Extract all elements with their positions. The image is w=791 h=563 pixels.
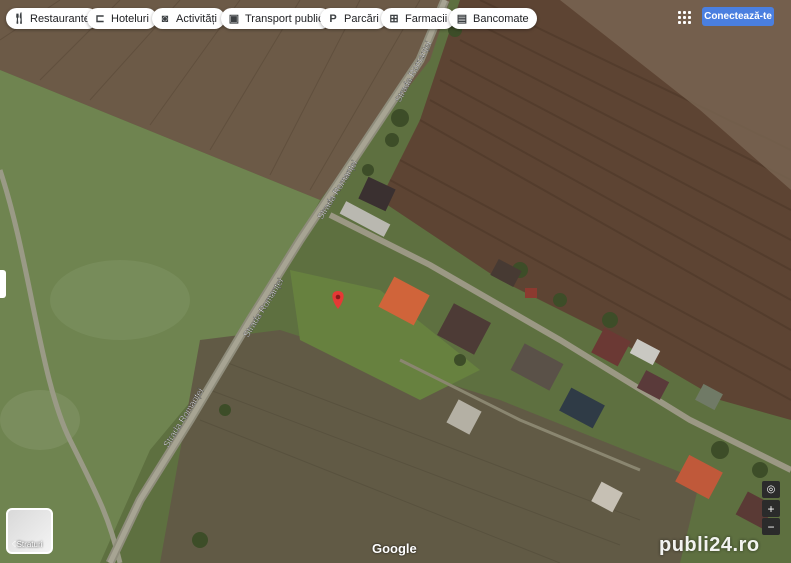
watermark: publi24.ro [659, 534, 760, 556]
chip-label: Transport public [245, 12, 324, 25]
parking-icon: P [329, 12, 337, 25]
zoom-out-button[interactable]: − [762, 518, 780, 535]
fork-knife-icon: 🍴︎ [12, 13, 26, 25]
chip-label: Farmacii [405, 12, 448, 25]
zoom-in-button[interactable]: + [762, 500, 780, 517]
locate-icon[interactable]: ◎ [762, 481, 780, 498]
layers-label: Straturi [16, 540, 43, 549]
chip-activities[interactable]: ◙ Activități [152, 8, 225, 29]
sign-in-button[interactable]: Conectează-te [702, 7, 774, 26]
chip-atms[interactable]: ▤ Bancomate [449, 8, 537, 29]
chip-transport[interactable]: ▣ Transport public [221, 8, 332, 29]
chip-label: Bancomate [473, 12, 529, 25]
chip-label: Parcări [344, 12, 379, 25]
atm-icon: ▤ [456, 13, 468, 25]
satellite-map[interactable]: Strada Romanței Strada Romanței Strada R… [0, 0, 791, 563]
bus-icon: ▣ [228, 13, 240, 25]
apps-grid-icon[interactable] [678, 11, 692, 25]
chip-label: Activități [176, 12, 217, 25]
chip-label: Restaurante [30, 12, 90, 25]
side-panel-toggle[interactable] [0, 270, 6, 298]
bed-icon: ⊏ [95, 13, 105, 25]
pharmacy-icon: ⊞ [389, 13, 399, 25]
layers-button[interactable]: ◇ Straturi [6, 508, 53, 554]
google-logo: Google [372, 541, 417, 556]
chip-pharmacies[interactable]: ⊞ Farmacii [381, 8, 456, 29]
camera-icon: ◙ [161, 12, 169, 25]
chip-restaurants[interactable]: 🍴︎ Restaurante [6, 8, 98, 29]
chip-hotels[interactable]: ⊏ Hoteluri [87, 8, 157, 29]
chip-parking[interactable]: P Parcări [320, 8, 387, 29]
chip-label: Hoteluri [111, 12, 149, 25]
